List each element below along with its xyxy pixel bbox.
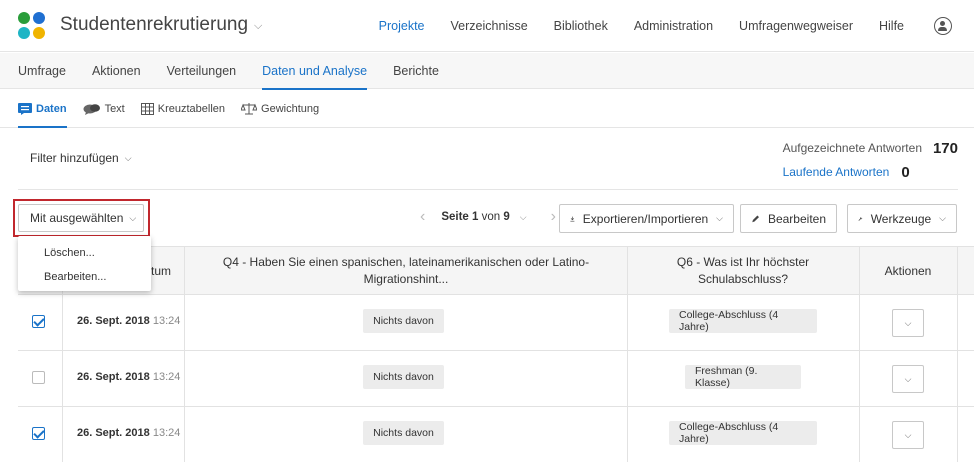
chevron-down-icon: ⌵ xyxy=(716,213,723,223)
menu-item-delete[interactable]: Löschen... xyxy=(18,241,151,265)
page-select-chevron-icon[interactable]: ⌵ xyxy=(520,212,527,223)
top-bar: Studentenrekrutierung ⌵ Projekte Verzeic… xyxy=(0,0,974,52)
edit-label: Bearbeiten xyxy=(767,211,826,226)
subtab-gewichtung-label: Gewichtung xyxy=(261,102,320,115)
ongoing-responses-link[interactable]: Laufende Antworten xyxy=(783,165,890,179)
q6-answer: College-Abschluss (4 Jahre) xyxy=(669,421,817,445)
main-nav: Projekte Verzeichnisse Bibliothek Admini… xyxy=(379,0,974,52)
user-avatar-icon[interactable] xyxy=(934,17,952,35)
nav-verzeichnisse[interactable]: Verzeichnisse xyxy=(451,19,528,33)
app-logo-icon[interactable] xyxy=(18,12,46,40)
row-date: 26. Sept. 2018 13:24 xyxy=(77,315,181,327)
header-q6[interactable]: Q6 - Was ist Ihr höchster Schulabschluss… xyxy=(627,247,859,295)
wrench-icon xyxy=(858,216,863,221)
q6-answer: Freshman (9. Klasse) xyxy=(685,365,801,389)
subtab-text-label: Text xyxy=(104,102,125,115)
row-actions-chevron-icon[interactable]: ⌵ xyxy=(892,421,924,449)
row-actions-chevron-icon[interactable]: ⌵ xyxy=(892,365,924,393)
tools-label: Werkzeuge xyxy=(870,211,932,226)
subtab-text[interactable]: Text xyxy=(83,90,125,128)
nav-umfragenwegweiser[interactable]: Umfragenwegweiser xyxy=(739,19,853,33)
column-divider xyxy=(957,246,958,462)
subtab-daten[interactable]: Daten xyxy=(18,90,67,128)
download-icon xyxy=(570,216,575,222)
table-header: tum Q4 - Haben Sie einen spanischen, lat… xyxy=(18,246,974,295)
q6-answer: College-Abschluss (4 Jahre) xyxy=(669,309,817,333)
column-divider xyxy=(627,246,628,462)
page-label: Seite 1 von 9 xyxy=(441,211,510,223)
table-row: 26. Sept. 2018 13:24 Nichts davon Colleg… xyxy=(18,407,974,462)
add-filter-button[interactable]: Filter hinzufügen ⌵ xyxy=(30,151,132,165)
add-filter-label: Filter hinzufügen xyxy=(30,151,119,165)
row-checkbox[interactable] xyxy=(32,371,45,384)
nav-administration[interactable]: Administration xyxy=(634,19,713,33)
column-divider xyxy=(184,246,185,462)
project-title-dropdown[interactable]: Studentenrekrutierung ⌵ xyxy=(60,14,262,36)
subtab-daten-label: Daten xyxy=(36,102,67,115)
ongoing-responses-count: 0 xyxy=(901,163,910,181)
with-selected-label: Mit ausgewählten xyxy=(30,211,124,225)
row-actions-chevron-icon[interactable]: ⌵ xyxy=(892,309,924,337)
q4-answer: Nichts davon xyxy=(363,309,444,333)
header-actions: Aktionen xyxy=(884,263,932,278)
section-tabs: Umfrage Aktionen Verteilungen Daten und … xyxy=(0,53,974,90)
tab-berichte[interactable]: Berichte xyxy=(393,53,439,89)
chevron-down-icon: ⌵ xyxy=(124,152,132,163)
row-checkbox[interactable] xyxy=(32,427,45,440)
chevron-down-icon: ⌵ xyxy=(939,213,946,223)
subtab-kreuztabellen[interactable]: Kreuztabellen xyxy=(140,90,226,128)
pencil-icon xyxy=(752,214,759,222)
chevron-down-icon: ⌵ xyxy=(254,19,263,32)
prev-page-icon[interactable]: ‹ xyxy=(420,208,425,226)
row-date: 26. Sept. 2018 13:24 xyxy=(77,427,181,439)
export-import-button[interactable]: Exportieren/Importieren ⌵ xyxy=(559,204,734,233)
nav-hilfe[interactable]: Hilfe xyxy=(879,19,904,33)
subtab-kreuztabellen-label: Kreuztabellen xyxy=(157,102,226,115)
header-q4[interactable]: Q4 - Haben Sie einen spanischen, lateina… xyxy=(185,247,627,295)
tab-verteilungen[interactable]: Verteilungen xyxy=(167,53,237,89)
with-selected-dropdown[interactable]: Mit ausgewählten ⌵ xyxy=(18,204,144,232)
q4-answer: Nichts davon xyxy=(363,421,444,445)
divider xyxy=(18,189,958,190)
column-divider xyxy=(859,246,860,462)
edit-button[interactable]: Bearbeiten xyxy=(740,204,837,233)
nav-projekte[interactable]: Projekte xyxy=(379,19,425,33)
row-date: 26. Sept. 2018 13:24 xyxy=(77,371,181,383)
table-row: 26. Sept. 2018 13:24 Nichts davon Freshm… xyxy=(18,351,974,407)
subtab-gewichtung[interactable]: Gewichtung xyxy=(241,90,319,128)
speech-bubbles-icon xyxy=(83,103,100,115)
recorded-responses-label: Aufgezeichnete Antworten xyxy=(782,141,922,155)
tools-button[interactable]: Werkzeuge ⌵ xyxy=(847,204,957,233)
pagination: ‹ Seite 1 von 9 ⌵ › xyxy=(410,208,566,226)
grid-table-icon xyxy=(140,102,154,115)
project-title: Studentenrekrutierung xyxy=(60,14,249,35)
tab-aktionen[interactable]: Aktionen xyxy=(92,53,141,89)
table-row: 26. Sept. 2018 13:24 Nichts davon Colleg… xyxy=(18,295,974,351)
recorded-responses-count: 170 xyxy=(932,139,958,157)
response-stats: Aufgezeichnete Antworten 170 Laufende An… xyxy=(783,136,958,184)
scales-icon xyxy=(241,103,258,115)
data-list-icon xyxy=(18,102,32,115)
chevron-down-icon: ⌵ xyxy=(129,212,137,223)
with-selected-menu: Löschen... Bearbeiten... xyxy=(18,236,151,291)
tab-daten-und-analyse[interactable]: Daten und Analyse xyxy=(262,53,367,90)
next-page-icon[interactable]: › xyxy=(551,208,556,226)
sub-tabs: Daten Text Kreuztabellen Gewichtung xyxy=(0,90,974,128)
menu-item-edit[interactable]: Bearbeiten... xyxy=(18,265,151,289)
nav-bibliothek[interactable]: Bibliothek xyxy=(554,19,608,33)
q4-answer: Nichts davon xyxy=(363,365,444,389)
export-import-label: Exportieren/Importieren xyxy=(582,211,709,226)
row-checkbox[interactable] xyxy=(32,315,45,328)
tab-umfrage[interactable]: Umfrage xyxy=(18,53,66,89)
